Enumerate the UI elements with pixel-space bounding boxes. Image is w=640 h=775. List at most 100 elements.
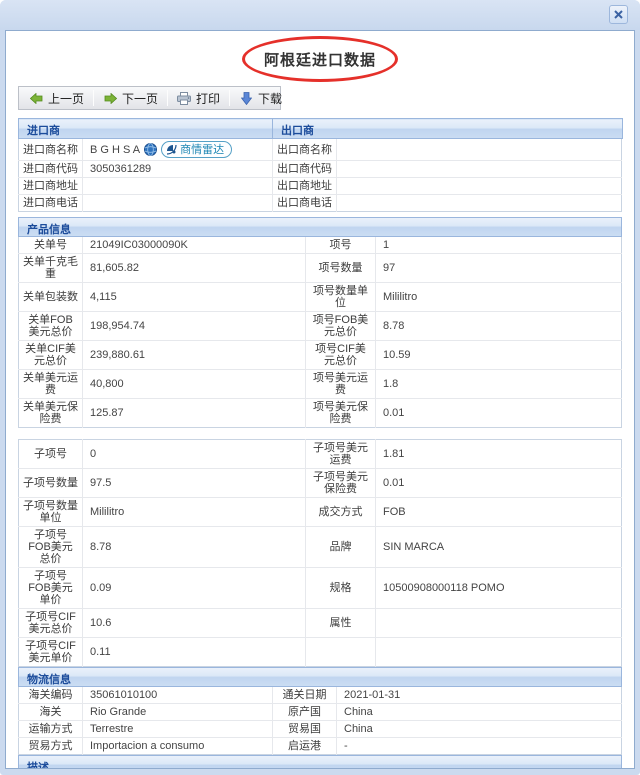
- field-label: 关单千克毛重: [18, 253, 83, 283]
- field-value: 1.81: [375, 439, 622, 469]
- logistics-section-title: 物流信息: [18, 667, 622, 687]
- field-value: 8.78: [375, 311, 622, 341]
- section-product: 产品信息 关单号 21049IC03000090K 项号 1 关单千克毛重 81…: [18, 217, 622, 667]
- field-label: 成交方式: [305, 497, 376, 527]
- field-label: 品牌: [305, 526, 376, 568]
- exporter-section-title: 出口商: [272, 118, 623, 139]
- table-row: 关单美元运费 40,800 项号美元运费 1.8: [18, 369, 622, 399]
- arrow-down-icon: [239, 91, 253, 105]
- toolbar-separator: [167, 90, 169, 106]
- field-label: 子项号数量: [18, 468, 83, 498]
- table-row: 进口商名称 B G H S A 商情雷达 出口商名称: [18, 139, 622, 161]
- description-section-title: 描述: [18, 755, 622, 768]
- field-label: 子项号美元运费: [305, 439, 376, 469]
- field-label: 属性: [305, 608, 376, 638]
- field-label: 进口商名称: [18, 139, 83, 161]
- field-label: 运输方式: [18, 720, 83, 738]
- field-label: 海关: [18, 703, 83, 721]
- field-value: Mililitro: [375, 282, 622, 312]
- table-row: 关单千克毛重 81,605.82 项号数量 97: [18, 253, 622, 283]
- dialog-titlebar: [0, 0, 640, 30]
- product-table-1: 关单号 21049IC03000090K 项号 1 关单千克毛重 81,605.…: [18, 237, 622, 428]
- table-row: 关单FOB美元总价 198,954.74 项号FOB美元总价 8.78: [18, 311, 622, 341]
- field-value: Terrestre: [82, 720, 273, 738]
- field-value: 198,954.74: [82, 311, 306, 341]
- field-value: SIN MARCA: [375, 526, 622, 568]
- field-value: 239,880.61: [82, 340, 306, 370]
- table-row: 子项号CIF美元单价 0.11: [18, 637, 622, 667]
- table-row: 子项号数量单位 Mililitro 成交方式 FOB: [18, 497, 622, 527]
- field-value: 1.8: [375, 369, 622, 399]
- table-row: 进口商代码 3050361289 出口商代码: [18, 160, 622, 178]
- party-section-header: 进口商 出口商: [18, 118, 623, 139]
- dialog-window: 阿根廷进口数据 上一页 下一页 打印 下载 进口商 出口商 进口商名称 B G …: [0, 0, 640, 775]
- table-row: 关单美元保险费 125.87 项号美元保险费 0.01: [18, 398, 622, 428]
- prev-page-label: 上一页: [48, 91, 85, 106]
- field-value: 2021-01-31: [336, 687, 622, 704]
- logistics-table: 海关编码 35061010100 通关日期 2021-01-31 海关 Rio …: [18, 687, 622, 755]
- dialog-content: 阿根廷进口数据 上一页 下一页 打印 下载 进口商 出口商 进口商名称 B G …: [6, 31, 634, 768]
- field-label: 进口商电话: [18, 194, 83, 212]
- toolbar: 上一页 下一页 打印 下载: [18, 86, 282, 110]
- field-label: 子项号FOB美元单价: [18, 567, 83, 609]
- field-value: 81,605.82: [82, 253, 306, 283]
- field-value: [336, 177, 622, 195]
- field-label: 项号数量: [305, 253, 376, 283]
- table-row: 子项号CIF美元总价 10.6 属性: [18, 608, 622, 638]
- field-value: 97: [375, 253, 622, 283]
- field-label: 子项号美元保险费: [305, 468, 376, 498]
- toolbar-separator: [229, 90, 231, 106]
- table-row: 贸易方式 Importacion a consumo 启运港 -: [18, 737, 622, 755]
- field-value: 0.11: [82, 637, 306, 667]
- field-label: [305, 637, 376, 667]
- field-value: 40,800: [82, 369, 306, 399]
- section-logistics: 物流信息 海关编码 35061010100 通关日期 2021-01-31 海关…: [18, 667, 622, 755]
- field-label: 项号CIF美元总价: [305, 340, 376, 370]
- field-label: 出口商地址: [272, 177, 337, 195]
- title-area: 阿根廷进口数据: [18, 36, 622, 82]
- field-label: 项号美元保险费: [305, 398, 376, 428]
- field-value: Mililitro: [82, 497, 306, 527]
- field-value: 10.59: [375, 340, 622, 370]
- table-row: 子项号 0 子项号美元运费 1.81: [18, 439, 622, 469]
- prev-page-button[interactable]: 上一页: [21, 88, 92, 108]
- importer-name: B G H S A: [90, 143, 141, 156]
- field-label: 项号数量单位: [305, 282, 376, 312]
- download-label: 下载: [258, 91, 283, 106]
- field-value: -: [344, 740, 348, 752]
- product-section-title: 产品信息: [18, 217, 622, 237]
- print-button[interactable]: 打印: [169, 88, 228, 108]
- field-value: FOB: [375, 497, 622, 527]
- download-button[interactable]: 下载: [231, 88, 290, 108]
- field-value: 0.01: [383, 407, 405, 419]
- field-label: 出口商电话: [272, 194, 337, 212]
- table-row: 进口商电话 出口商电话: [18, 194, 622, 212]
- field-label: 子项号CIF美元总价: [18, 608, 83, 638]
- product-table-2: 子项号 0 子项号美元运费 1.81 子项号数量 97.5 子项号美元保险费 0…: [18, 439, 622, 667]
- radar-badge-button[interactable]: 商情雷达: [161, 141, 233, 158]
- table-row: 海关编码 35061010100 通关日期 2021-01-31: [18, 687, 622, 704]
- field-value: 21049IC03000090K: [82, 237, 306, 254]
- field-value: China: [336, 703, 622, 721]
- close-icon: [614, 10, 623, 19]
- field-value: Importacion a consumo: [82, 737, 273, 755]
- field-label: 出口商代码: [272, 160, 337, 178]
- field-label: 子项号: [18, 439, 83, 469]
- globe-icon[interactable]: [144, 143, 158, 156]
- field-label: 项号FOB美元总价: [305, 311, 376, 341]
- field-label: 项号美元运费: [305, 369, 376, 399]
- field-label: 关单美元运费: [18, 369, 83, 399]
- table-gap: [18, 428, 622, 439]
- table-row: 子项号数量 97.5 子项号美元保险费 0.01: [18, 468, 622, 498]
- importer-name-cell: B G H S A 商情雷达: [82, 139, 273, 161]
- field-label: 贸易国: [272, 720, 337, 738]
- field-value: 0.01: [375, 468, 622, 498]
- next-page-button[interactable]: 下一页: [95, 88, 166, 108]
- dialog-panel: 阿根廷进口数据 上一页 下一页 打印 下载 进口商 出口商 进口商名称 B G …: [5, 30, 635, 769]
- field-value: China: [336, 720, 622, 738]
- field-value: [375, 608, 622, 638]
- table-row: 进口商地址 出口商地址: [18, 177, 622, 195]
- field-value: 10.6: [82, 608, 306, 638]
- close-button[interactable]: [609, 5, 628, 24]
- table-row: 运输方式 Terrestre 贸易国 China: [18, 720, 622, 738]
